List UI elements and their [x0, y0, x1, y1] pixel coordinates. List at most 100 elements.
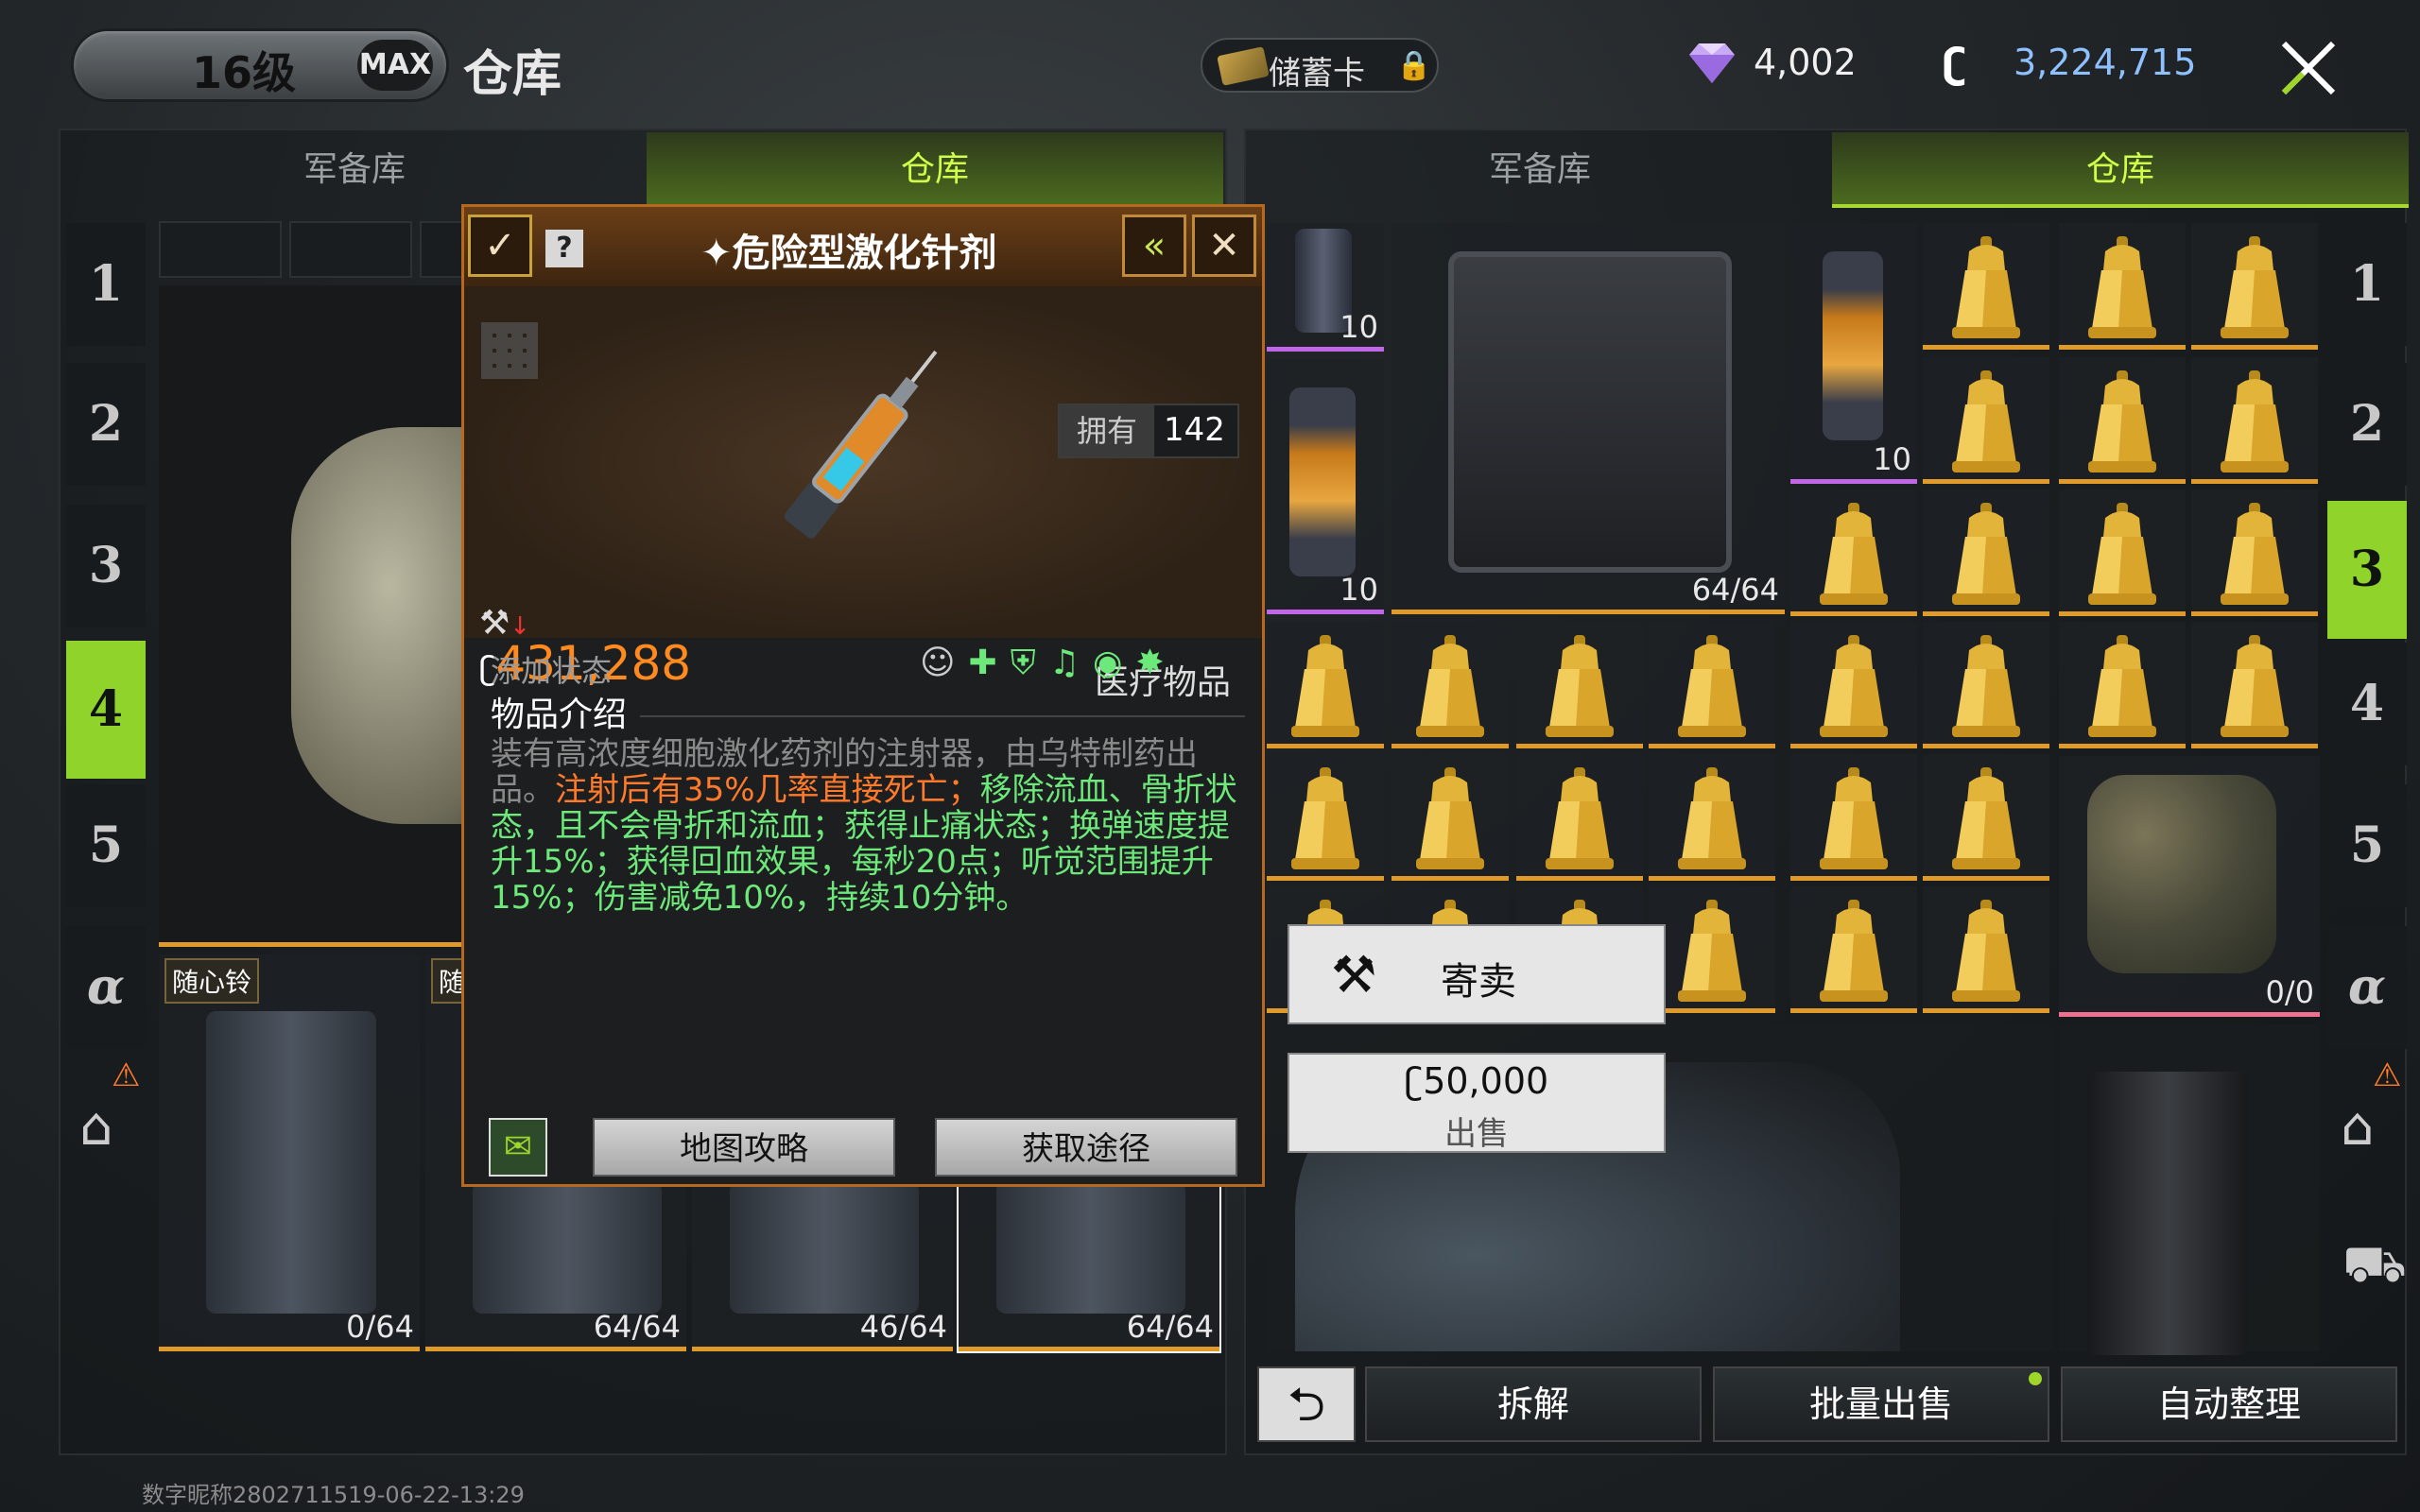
- gold-bell-image: [1952, 767, 2020, 869]
- item-description: 装有高浓度细胞激化药剂的注射器，由乌特制药出品。注射后有35%几率直接死亡；移除…: [491, 736, 1247, 916]
- item-cell-bell[interactable]: [1649, 622, 1775, 748]
- item-cell-bell[interactable]: [1923, 886, 2049, 1013]
- item-cell-bell[interactable]: [1790, 622, 1917, 748]
- gold-bell-image: [1952, 370, 2020, 472]
- left-page-alpha[interactable]: α: [66, 926, 146, 1049]
- item-cell-can[interactable]: 10: [1267, 223, 1384, 352]
- left-slot-row: [289, 221, 412, 278]
- left-page-2[interactable]: 2: [66, 363, 146, 486]
- right-page-2[interactable]: 2: [2327, 363, 2407, 486]
- gold-bell-image: [1678, 767, 1746, 869]
- house-icon[interactable]: ⌂: [79, 1096, 113, 1158]
- item-cell-can[interactable]: 10: [1790, 223, 1917, 484]
- item-cell-crate[interactable]: 64/64: [1392, 223, 1785, 614]
- add-state-label: 添加状态: [491, 653, 613, 689]
- item-name: 危险型激化针剂: [732, 232, 997, 275]
- back-button[interactable]: ⮌: [1257, 1366, 1356, 1442]
- item-cell-bell[interactable]: [1790, 886, 1917, 1013]
- warning-icon: ⚠: [2373, 1057, 2402, 1094]
- tab-warehouse-left[interactable]: 仓库: [647, 132, 1223, 208]
- savings-card-button[interactable]: 储蓄卡 🔒: [1201, 38, 1439, 93]
- left-page-1[interactable]: 1: [66, 223, 146, 346]
- head-icon: ☺: [920, 644, 969, 682]
- sell-button[interactable]: ʗ50,000 出售: [1288, 1053, 1666, 1153]
- item-cell-bell[interactable]: [1516, 754, 1643, 881]
- batch-sell-button[interactable]: 批量出售: [1713, 1366, 2049, 1442]
- item-cell-can[interactable]: 10: [1267, 359, 1384, 614]
- left-page-3[interactable]: 3: [66, 505, 146, 627]
- item-count: 10: [1340, 572, 1378, 608]
- item-cell-bell[interactable]: [1790, 754, 1917, 881]
- level-text: 16级: [192, 47, 297, 98]
- item-cell-bell[interactable]: [2191, 622, 2318, 748]
- popup-close-button[interactable]: ✕: [1192, 215, 1256, 277]
- pain-icon: ◉: [1093, 644, 1136, 682]
- item-cell-bell[interactable]: [1790, 490, 1917, 616]
- case-image: [206, 1011, 376, 1314]
- tab-armory-left[interactable]: 军备库: [66, 132, 643, 208]
- map-guide-button[interactable]: 地图攻略: [593, 1118, 895, 1177]
- shop-icon[interactable]: ⛟: [2342, 1234, 2407, 1300]
- item-cell-bell[interactable]: [1923, 490, 2049, 616]
- item-cell-bell[interactable]: [2059, 223, 2186, 350]
- item-detail-popup: ✓ ? ✦危险型激化针剂 « ✕ 拥有 142 ⚒↓ ʗ431,288 医疗物品…: [461, 204, 1265, 1187]
- item-info-title: 物品介绍: [491, 696, 628, 734]
- item-cell-backpack[interactable]: 0/0: [2059, 756, 2320, 1017]
- tab-warehouse-right[interactable]: 仓库: [1832, 132, 2409, 208]
- dismantle-button[interactable]: 拆解: [1365, 1366, 1702, 1442]
- item-cell-bell[interactable]: [2191, 357, 2318, 484]
- gold-bell-image: [1416, 767, 1484, 869]
- item-cell-bell[interactable]: [1516, 622, 1643, 748]
- can-image: [1289, 387, 1356, 576]
- auto-sort-button[interactable]: 自动整理: [2061, 1366, 2397, 1442]
- left-page-5[interactable]: 5: [66, 784, 146, 907]
- item-cell-bell[interactable]: [1392, 754, 1509, 881]
- sell-price-value: 50,000: [1423, 1060, 1549, 1102]
- right-page-alpha[interactable]: α: [2327, 926, 2407, 1049]
- notification-dot: [2029, 1372, 2042, 1385]
- equipped-backpack-slot[interactable]: [159, 285, 471, 947]
- slot-count: 0/64: [346, 1309, 414, 1345]
- slot-count: 64/64: [1126, 1309, 1214, 1345]
- gold-bell-image: [1820, 503, 1888, 605]
- consign-button[interactable]: ⚒ 寄卖: [1288, 924, 1666, 1024]
- item-cell-bell[interactable]: [2059, 357, 2186, 484]
- item-cell-bell[interactable]: [1267, 754, 1384, 881]
- source-button[interactable]: 获取途径: [935, 1118, 1237, 1177]
- container-slot[interactable]: 随心铃 0/64: [159, 954, 420, 1351]
- collapse-button[interactable]: ✓: [468, 215, 532, 277]
- close-icon[interactable]: [2278, 38, 2339, 98]
- item-cell-bell[interactable]: [2191, 490, 2318, 616]
- item-cell-bell[interactable]: [1923, 622, 2049, 748]
- item-cell-bell[interactable]: [1649, 886, 1775, 1013]
- expand-button[interactable]: «: [1122, 215, 1186, 277]
- house-icon[interactable]: ⌂: [2341, 1096, 2375, 1158]
- item-cell-bell[interactable]: [1923, 223, 2049, 350]
- gold-bell-image: [1952, 236, 2020, 338]
- help-icon[interactable]: ?: [545, 230, 583, 267]
- item-cell-bell[interactable]: [2059, 490, 2186, 616]
- gold-bell-image: [1678, 635, 1746, 737]
- gold-bell-image: [2088, 635, 2156, 737]
- item-cell-bell[interactable]: [1267, 622, 1384, 748]
- right-page-4[interactable]: 4: [2327, 643, 2407, 765]
- item-cell-bell[interactable]: [2059, 622, 2186, 748]
- grid-icon: [481, 322, 538, 379]
- item-cell-bell[interactable]: [1649, 754, 1775, 881]
- chat-share-icon[interactable]: ✉: [489, 1118, 547, 1177]
- tall-case-slot[interactable]: [2059, 1024, 2320, 1355]
- right-page-3[interactable]: 3: [2327, 501, 2407, 639]
- item-cell-bell[interactable]: [1923, 357, 2049, 484]
- item-cell-bell[interactable]: [2191, 223, 2318, 350]
- can-image: [1823, 251, 1883, 440]
- tab-armory-right[interactable]: 军备库: [1252, 132, 1828, 208]
- coin-icon: ʗ: [1404, 1060, 1424, 1102]
- left-page-4[interactable]: 4: [66, 641, 146, 779]
- right-page-1[interactable]: 1: [2327, 223, 2407, 346]
- item-cell-bell[interactable]: [1392, 622, 1509, 748]
- gold-bell-image: [2088, 503, 2156, 605]
- right-page-5[interactable]: 5: [2327, 784, 2407, 907]
- item-cell-bell[interactable]: [1923, 754, 2049, 881]
- case-image: [730, 1181, 919, 1314]
- card-icon: [1217, 46, 1270, 86]
